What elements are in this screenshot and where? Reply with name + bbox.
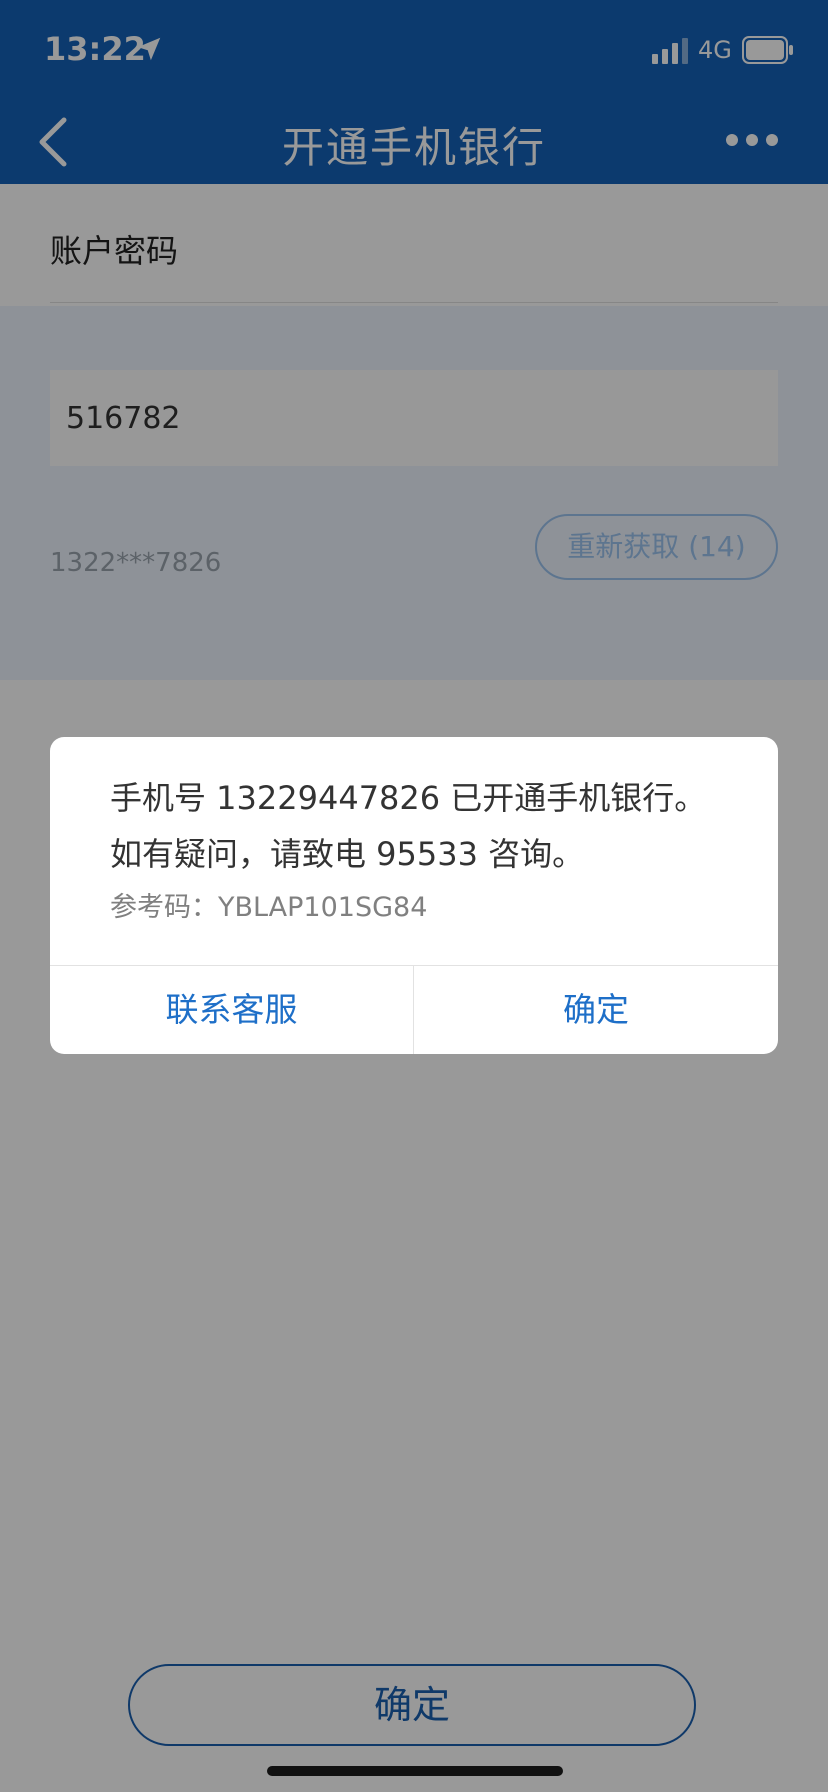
home-indicator xyxy=(267,1766,563,1776)
dialog-message-line2: 如有疑问，请致电 95533 咨询。 xyxy=(110,835,585,873)
success-dialog: 手机号 13229447826 已开通手机银行。 如有疑问，请致电 95533 … xyxy=(50,737,778,1054)
contact-service-button[interactable]: 联系客服 xyxy=(50,966,413,1054)
reference-code: 参考码：YBLAP101SG84 xyxy=(110,892,428,923)
dialog-ok-button[interactable]: 确定 xyxy=(414,966,778,1054)
dialog-message-line1: 手机号 13229447826 已开通手机银行。 xyxy=(110,779,707,817)
